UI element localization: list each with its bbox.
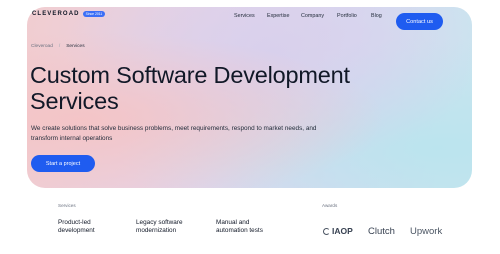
- iaop-logo-icon: [323, 227, 330, 235]
- logo-badge: Since 2011: [82, 11, 106, 17]
- nav-company[interactable]: Company: [301, 13, 329, 19]
- breadcrumb-current: Services: [66, 44, 85, 49]
- awards-label: Awards: [322, 203, 338, 208]
- start-project-button[interactable]: Start a project: [31, 155, 95, 172]
- hero-description: We create solutions that solve business …: [31, 125, 317, 142]
- service-item-manual-automation-tests[interactable]: Manual and automation tests: [216, 219, 280, 235]
- breadcrumb: Cleveroad / Services: [31, 44, 85, 49]
- page-title: Custom Software Development Services: [30, 62, 350, 114]
- award-iaop-label: IAOP: [332, 226, 353, 236]
- award-clutch[interactable]: Clutch: [368, 226, 395, 237]
- nav-portfolio[interactable]: Portfolio: [337, 13, 363, 19]
- contact-us-button[interactable]: Contact us: [396, 13, 443, 30]
- breadcrumb-home[interactable]: Cleveroad: [31, 44, 53, 49]
- service-item-product-led[interactable]: Product-led development: [58, 219, 120, 235]
- nav-expertise[interactable]: Expertise: [267, 13, 293, 19]
- nav-services[interactable]: Services: [234, 13, 259, 19]
- nav-blog[interactable]: Blog: [371, 13, 385, 19]
- award-upwork[interactable]: Upwork: [410, 226, 442, 237]
- main-nav: Services Expertise Company Portfolio Blo…: [234, 13, 385, 19]
- logo-text: CLEVEROAD: [32, 11, 80, 17]
- logo[interactable]: CLEVEROAD Since 2011: [32, 11, 106, 17]
- services-label: Services: [58, 203, 76, 208]
- breadcrumb-separator: /: [58, 44, 61, 49]
- award-iaop[interactable]: IAOP: [323, 226, 353, 236]
- service-item-legacy-modernization[interactable]: Legacy software modernization: [136, 219, 200, 235]
